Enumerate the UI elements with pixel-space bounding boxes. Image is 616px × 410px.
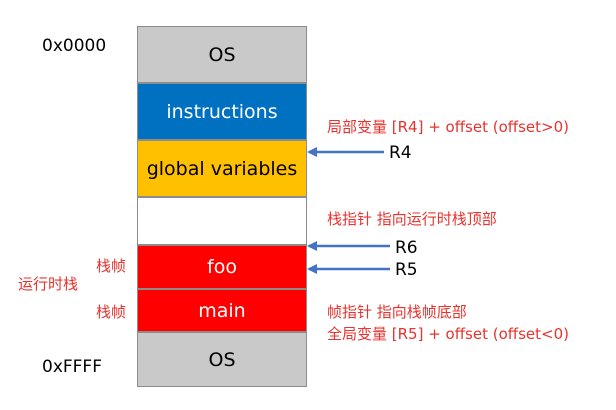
pointer-arrows (307, 147, 390, 274)
